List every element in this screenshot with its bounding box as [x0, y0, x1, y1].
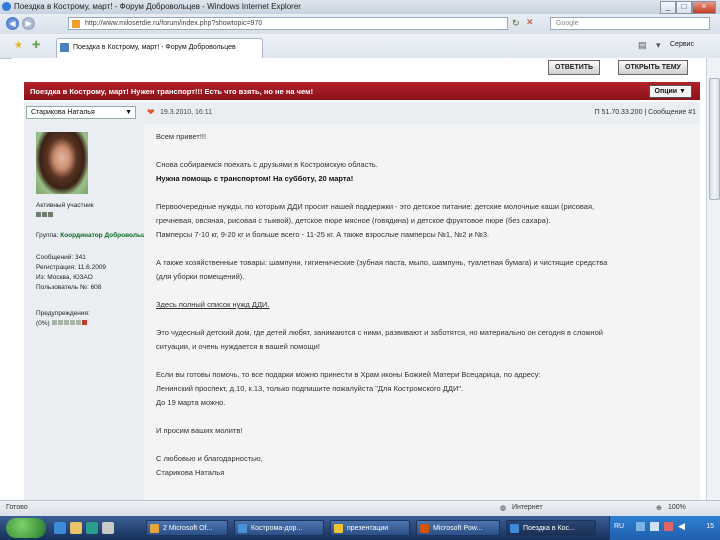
back-button[interactable]: ◀: [6, 17, 19, 30]
task-powerpoint[interactable]: Microsoft Pow...: [416, 520, 500, 536]
post-line: Если вы готовы помочь, то все подарки мо…: [156, 370, 541, 379]
scrollbar-thumb[interactable]: [709, 78, 720, 200]
warnings-label: Предупреждения:: [36, 310, 90, 317]
tools-menu[interactable]: Сервис: [670, 41, 694, 48]
maximize-button[interactable]: □: [676, 1, 692, 14]
post-line: Памперсы 7-10 кг, 9-20 кг и больше всего…: [156, 230, 490, 239]
close-button[interactable]: ×: [692, 1, 716, 14]
minimize-button[interactable]: _: [660, 1, 676, 14]
needs-list-link[interactable]: Здесь полный список нужд ДДИ.: [156, 300, 270, 309]
page-content: ОТВЕТИТЬ ОТКРЫТЬ ТЕМУ Поездка в Кострому…: [12, 58, 706, 500]
post-line: Снова собираемся поехать с друзьями в Ко…: [156, 160, 378, 169]
post-line: С любовью и благодарностью,: [156, 454, 263, 463]
user-registered: Регистрация: 11.6.2009: [36, 264, 107, 271]
search-input[interactable]: Google: [550, 17, 710, 30]
stop-icon[interactable]: ✕: [526, 17, 534, 28]
zoom-icon: ⊕: [656, 505, 662, 512]
taskbar: 2 Microsoft Of... Кострома-дор... презен…: [0, 516, 720, 540]
task-presentations[interactable]: презентации: [330, 520, 410, 536]
warnings-value: (0%): [36, 320, 50, 327]
author-profile-panel: Активный участник Группа: Координатор До…: [24, 124, 153, 500]
address-bar-row: ◀ ▶ http://www.miloserdie.ru/forum/index…: [0, 14, 720, 35]
chevron-down-icon: ▼: [125, 109, 132, 116]
post-line: До 19 марта можно.: [156, 398, 226, 407]
tab-label: Поездка в Кострому, март! - Форум Добров…: [73, 44, 236, 51]
post-date: 19.3.2010, 16:11: [160, 109, 213, 116]
status-text: Готово: [6, 504, 28, 511]
post-line: (для уборки помещений).: [156, 272, 245, 281]
post-line: Всем привет!!!: [156, 132, 207, 141]
post-line: И просим ваших молитв!: [156, 426, 243, 435]
tab-forum[interactable]: Поездка в Кострому, март! - Форум Добров…: [56, 38, 263, 58]
task-office[interactable]: 2 Microsoft Of...: [146, 520, 228, 536]
desktop-quicklaunch-icon[interactable]: [102, 522, 114, 534]
topic-title: Поездка в Кострому, март! Нужен транспор…: [30, 87, 314, 96]
page-menu-icon[interactable]: ▾: [656, 40, 661, 51]
antivirus-icon[interactable]: [664, 522, 673, 531]
rank-pips: [36, 212, 54, 219]
status-bar: Готово ◍ Интернет ⊕ 100%: [0, 500, 720, 517]
vertical-scrollbar[interactable]: [706, 58, 720, 500]
address-url: http://www.miloserdie.ru/forum/index.php…: [85, 20, 263, 27]
page-icon: [72, 20, 80, 28]
task-kostroma[interactable]: Кострома-дор...: [234, 520, 324, 536]
post-line: Ленинский проспект, д.10, к.13, только п…: [156, 384, 464, 393]
options-button[interactable]: Опции ▼: [648, 85, 692, 98]
tray-app-icon[interactable]: [636, 522, 645, 531]
post-header: ❤ 19.3.2010, 16:11 Π 51.70.33.200 | Сооб…: [144, 102, 700, 124]
new-topic-button[interactable]: ОТКРЫТЬ ТЕМУ: [618, 60, 688, 75]
print-icon[interactable]: ▤: [638, 40, 647, 51]
address-input[interactable]: http://www.miloserdie.ru/forum/index.php…: [68, 17, 508, 30]
language-indicator[interactable]: RU: [614, 523, 624, 530]
ie-icon: [2, 2, 11, 11]
post-number-link[interactable]: Π 51.70.33.200 | Сообщение #1: [595, 109, 696, 116]
explorer-quicklaunch-icon[interactable]: [70, 522, 82, 534]
group-label: Группа:: [36, 232, 59, 239]
post-line: гречневая, овсяная, рисовая с тыквой), д…: [156, 216, 551, 225]
user-number: Пользователь №: 608: [36, 284, 102, 291]
user-posts: Сообщений: 341: [36, 254, 86, 261]
window-title: Поездка в Кострому, март! - Форум Добров…: [14, 2, 301, 11]
start-button[interactable]: [6, 518, 46, 538]
ie-quicklaunch-icon[interactable]: [54, 522, 66, 534]
add-favorites-icon[interactable]: ✚: [32, 40, 40, 51]
network-icon[interactable]: [650, 522, 659, 531]
reply-button[interactable]: ОТВЕТИТЬ: [548, 60, 601, 75]
forward-button[interactable]: ▶: [22, 17, 35, 30]
globe-icon: ◍: [500, 505, 507, 512]
media-quicklaunch-icon[interactable]: [86, 522, 98, 534]
user-from: Из: Москва, ЮЗАО: [36, 274, 93, 281]
refresh-icon[interactable]: ↻: [512, 18, 520, 29]
volume-icon[interactable]: ◀: [678, 521, 685, 532]
post-line: Старикова Наталья: [156, 468, 225, 477]
search-placeholder: Google: [556, 20, 579, 27]
post-line: ситуации, и очень нуждается в вашей помо…: [156, 342, 320, 351]
topic-title-bar: Поездка в Кострому, март! Нужен транспор…: [24, 82, 700, 100]
post-body: Всем привет!!! Снова собираемся поехать …: [144, 124, 700, 500]
post-line: Это чудесный детский дом, где детей любя…: [156, 328, 603, 337]
window-title-bar: Поездка в Кострому, март! - Форум Добров…: [0, 0, 720, 15]
favorites-star-icon[interactable]: ★: [14, 40, 23, 51]
security-zone: Интернет: [512, 504, 543, 511]
tab-favicon: [60, 43, 69, 52]
tab-bar: ★ ✚ Поездка в Кострому, март! - Форум До…: [0, 34, 720, 59]
heart-icon: ❤: [147, 107, 155, 117]
author-name: Старикова Наталья: [31, 109, 95, 116]
user-rank: Активный участник: [36, 202, 94, 209]
post-line: А также хозяйственные товары: шампуни, г…: [156, 258, 608, 267]
warnings-level: (0%): [36, 320, 88, 327]
post-line: Нужна помощь с транспортом! На субботу, …: [156, 174, 354, 183]
group-value: Координатор Добровольцев: [60, 232, 153, 239]
task-ie-forum[interactable]: Поездка в Кос...: [506, 520, 596, 536]
author-dropdown[interactable]: Старикова Наталья ▼: [26, 106, 136, 119]
post-line: Первоочередные нужды, по которым ДДИ про…: [156, 202, 595, 211]
avatar: [36, 132, 88, 194]
clock[interactable]: 15: [706, 523, 714, 530]
user-group: Группа: Координатор Добровольцев: [36, 232, 153, 239]
zoom-level[interactable]: 100%: [668, 504, 686, 511]
system-tray: RU ◀ 15: [609, 516, 720, 540]
